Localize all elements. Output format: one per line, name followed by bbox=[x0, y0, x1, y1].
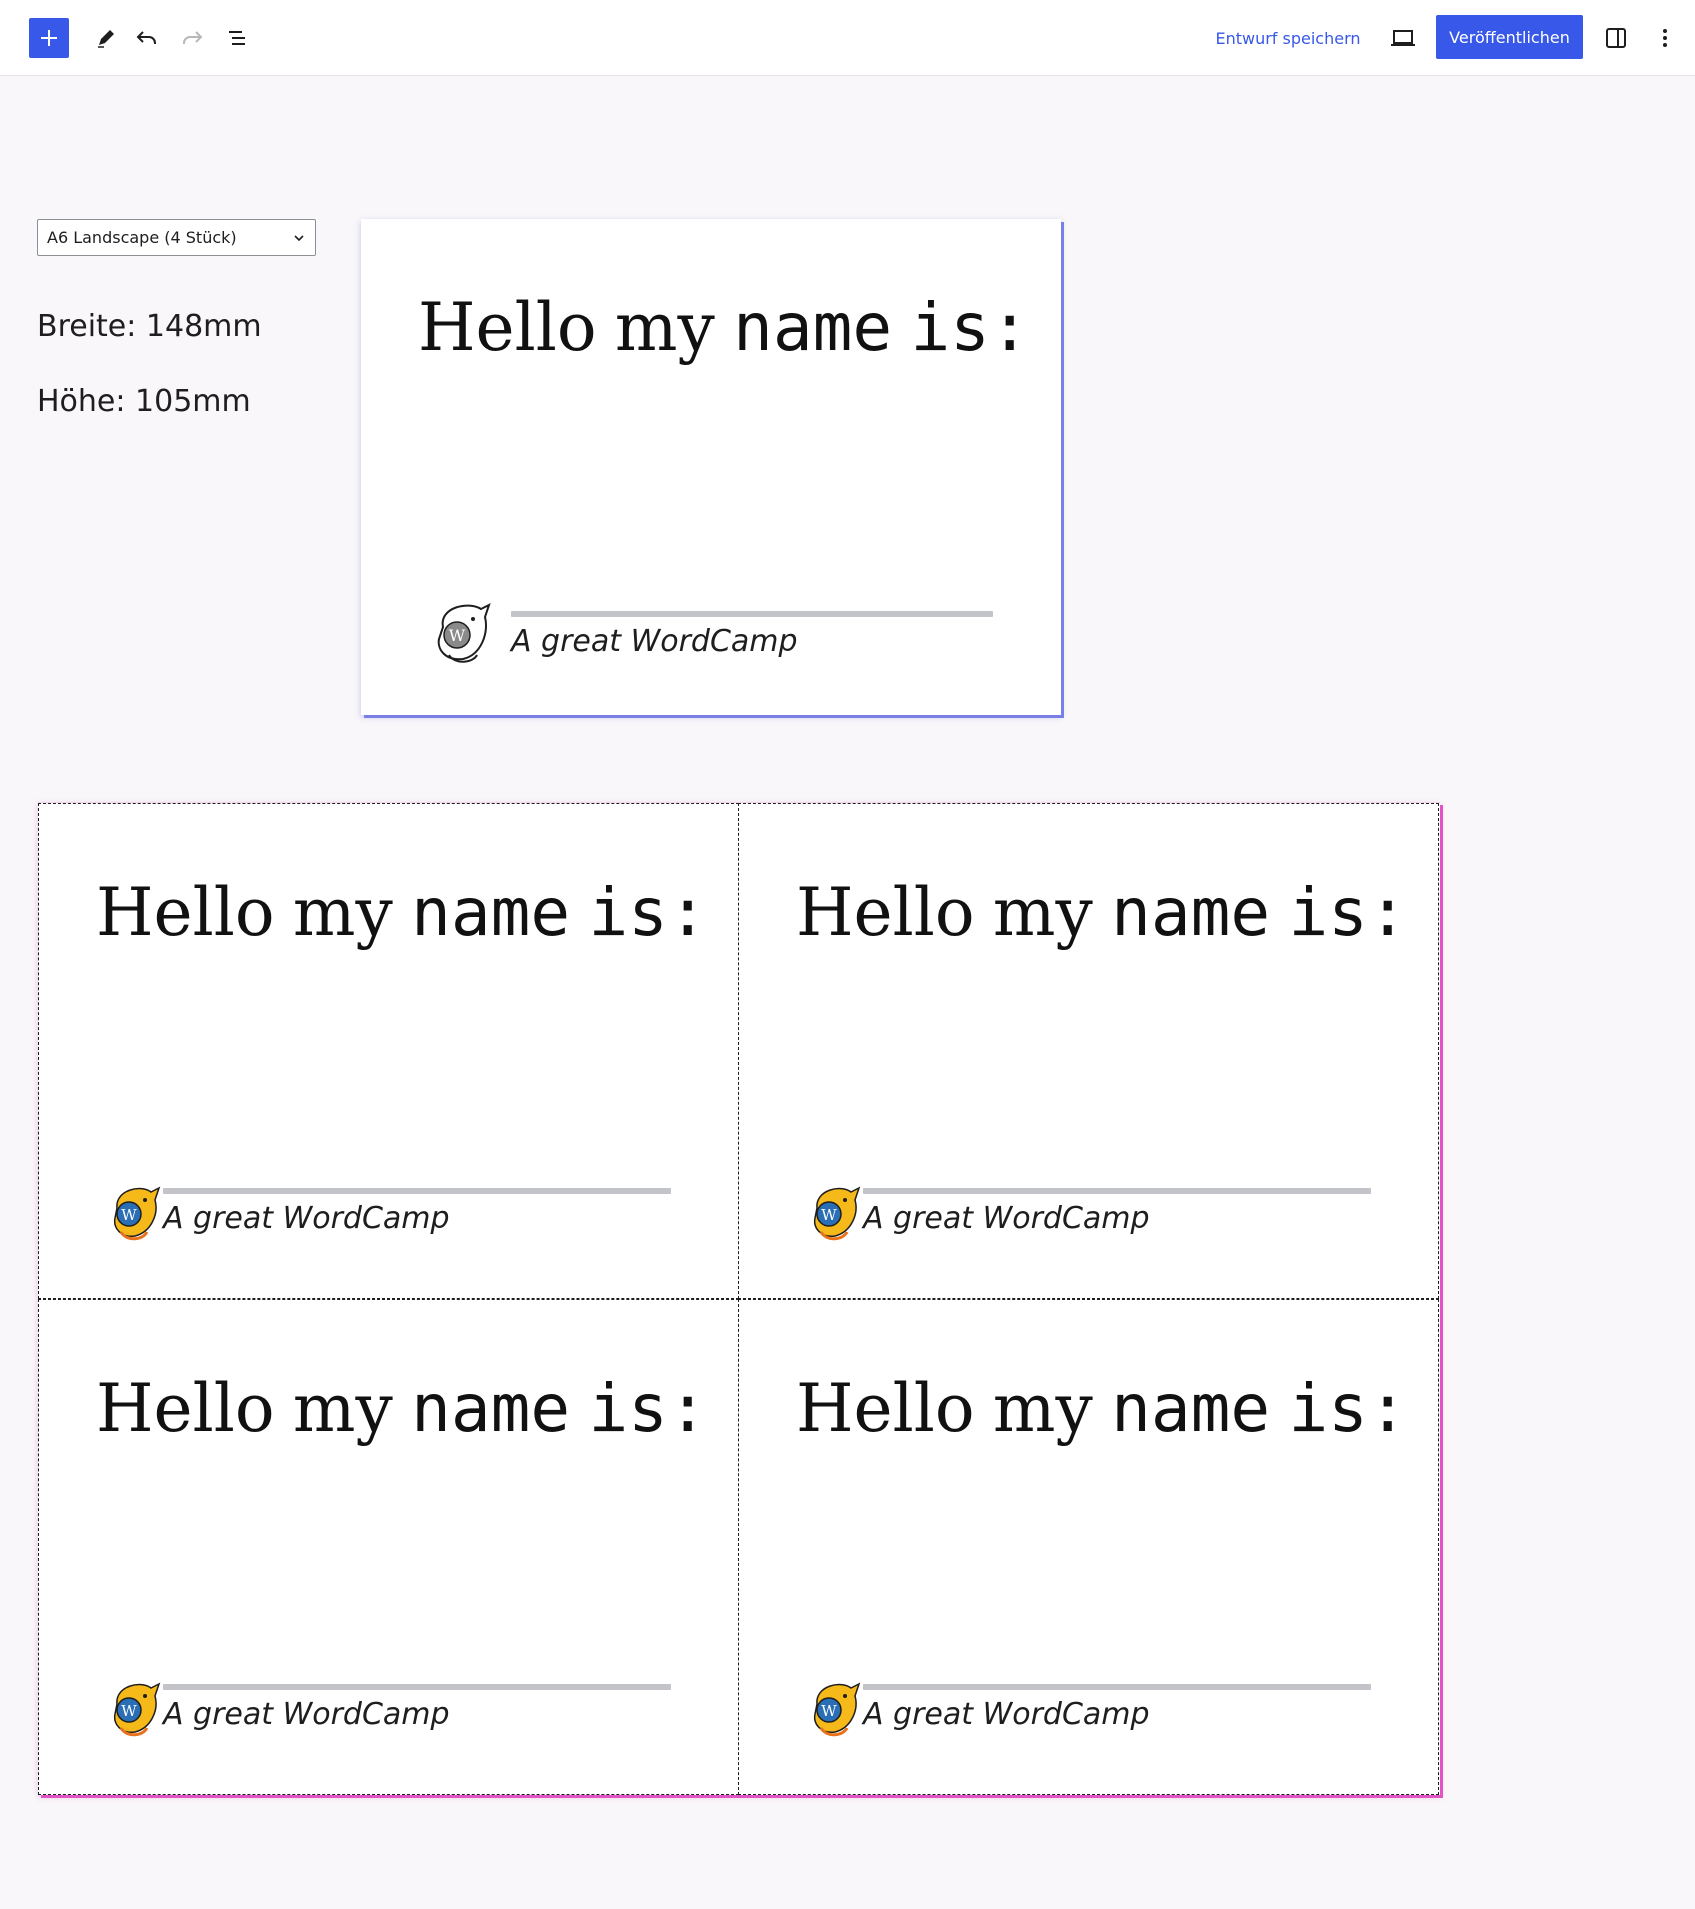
sidebar-icon bbox=[1606, 28, 1626, 48]
svg-text:W: W bbox=[121, 1206, 137, 1224]
badge-preview[interactable]: Hello my name is: A great WordCamp W bbox=[361, 219, 1061, 715]
badge-tagline: A great WordCamp bbox=[863, 1201, 1150, 1236]
width-label: Breite: 148mm bbox=[37, 309, 262, 344]
undo-button[interactable] bbox=[129, 20, 165, 56]
badge-cell[interactable]: Hello my name is: A great WordCamp W bbox=[738, 1299, 1439, 1795]
save-draft-button[interactable]: Entwurf speichern bbox=[1212, 18, 1364, 58]
redo-icon bbox=[183, 31, 203, 44]
height-label: Höhe: 105mm bbox=[37, 384, 251, 419]
chevron-down-icon bbox=[294, 235, 304, 242]
undo-icon bbox=[136, 31, 156, 44]
svg-text:W: W bbox=[821, 1702, 837, 1720]
wapuu-mascot-icon: W bbox=[113, 1682, 161, 1737]
badge-name-line bbox=[863, 1684, 1371, 1690]
badge-name-line bbox=[863, 1188, 1371, 1194]
plus-icon bbox=[41, 30, 57, 46]
badge-greeting: Hello my name is: bbox=[796, 1370, 1408, 1447]
options-button[interactable] bbox=[1647, 20, 1683, 56]
wapuu-mascot-icon: W bbox=[437, 603, 491, 663]
svg-text:W: W bbox=[121, 1702, 137, 1720]
more-vertical-icon bbox=[1663, 29, 1667, 47]
format-select-value: A6 Landscape (4 Stück) bbox=[47, 228, 237, 247]
badge-tagline: A great WordCamp bbox=[163, 1201, 450, 1236]
badge-tagline: A great WordCamp bbox=[863, 1697, 1150, 1732]
badge-name-line bbox=[511, 611, 993, 617]
svg-text:W: W bbox=[449, 626, 466, 645]
editor-toolbar: Entwurf speichern Veröffentlichen bbox=[0, 0, 1695, 76]
format-select[interactable]: A6 Landscape (4 Stück) bbox=[37, 219, 316, 256]
wapuu-mascot-icon: W bbox=[813, 1186, 861, 1241]
svg-text:W: W bbox=[821, 1206, 837, 1224]
print-sheet: Hello my name is: A great WordCamp W Hel… bbox=[38, 802, 1440, 1795]
badge-name-line bbox=[163, 1684, 671, 1690]
wapuu-mascot-icon: W bbox=[813, 1682, 861, 1737]
list-view-icon bbox=[229, 31, 245, 45]
tools-button[interactable] bbox=[88, 20, 124, 56]
pencil-icon bbox=[98, 30, 114, 48]
badge-cell[interactable]: Hello my name is: A great WordCamp W bbox=[738, 803, 1439, 1299]
badge-tagline: A great WordCamp bbox=[163, 1697, 450, 1732]
settings-button[interactable] bbox=[1598, 20, 1634, 56]
badge-greeting: Hello my name is: bbox=[796, 874, 1408, 951]
badge-tagline: A great WordCamp bbox=[511, 624, 798, 659]
document-outline-button[interactable] bbox=[220, 20, 256, 56]
badge-greeting: Hello my name is: bbox=[96, 874, 708, 951]
redo-button[interactable] bbox=[174, 20, 210, 56]
laptop-icon bbox=[1391, 30, 1415, 46]
badge-name-line bbox=[163, 1188, 671, 1194]
badge-greeting: Hello my name is: bbox=[418, 289, 1030, 366]
badge-greeting: Hello my name is: bbox=[96, 1370, 708, 1447]
badge-cell[interactable]: Hello my name is: A great WordCamp W bbox=[38, 803, 739, 1299]
badge-cell[interactable]: Hello my name is: A great WordCamp W bbox=[38, 1299, 739, 1795]
add-block-button[interactable] bbox=[29, 18, 69, 58]
wapuu-mascot-icon: W bbox=[113, 1186, 161, 1241]
preview-button[interactable] bbox=[1385, 20, 1421, 56]
publish-button[interactable]: Veröffentlichen bbox=[1436, 15, 1583, 59]
